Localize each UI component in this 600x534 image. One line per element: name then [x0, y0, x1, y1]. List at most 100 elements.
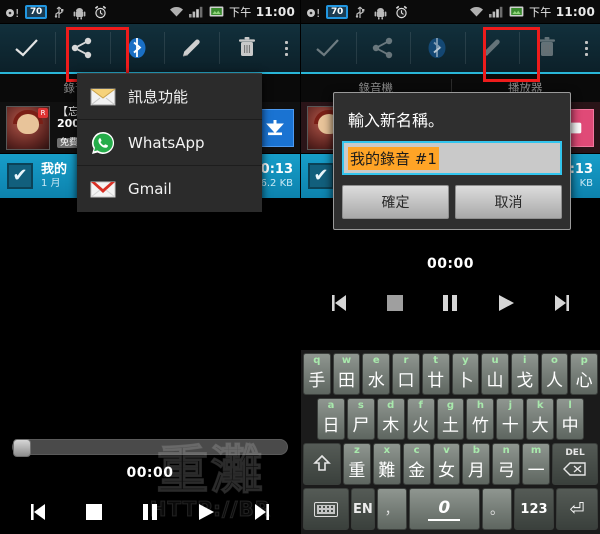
row-checkbox[interactable]: ✔ — [308, 163, 334, 189]
key-k[interactable]: k大 — [526, 398, 555, 440]
gmail-icon — [90, 176, 116, 202]
player-buttons — [301, 282, 600, 324]
status-bar-clock: 下午 11:00 — [229, 4, 295, 20]
stop-icon[interactable] — [74, 495, 114, 529]
share-menu-item-gmail[interactable]: Gmail — [77, 166, 262, 212]
key-l[interactable]: l中 — [556, 398, 585, 440]
key-cangjie: 重 — [348, 461, 366, 481]
key-p[interactable]: p心 — [570, 353, 599, 395]
seek-bar[interactable] — [12, 439, 288, 457]
key-h[interactable]: h竹 — [466, 398, 495, 440]
overflow-dots-icon — [585, 40, 589, 56]
rename-button[interactable] — [464, 23, 520, 73]
key-b[interactable]: b月 — [462, 443, 491, 485]
key-latin: w — [341, 355, 352, 366]
battery-icon: 70 — [25, 4, 47, 19]
wifi-icon — [469, 5, 483, 19]
play-icon[interactable] — [486, 286, 526, 320]
screenshot-icon — [509, 5, 524, 19]
seek-thumb[interactable] — [13, 439, 31, 457]
bluetooth-button[interactable] — [109, 23, 165, 73]
key-n[interactable]: n弓 — [492, 443, 521, 485]
share-menu: 訊息功能 WhatsApp Gmail — [77, 73, 262, 212]
screenshot-root: ! 70 下午 11:00 錄音 R 200金 免費 ✔ 我的 1 月 00:1… — [0, 0, 600, 534]
key-u[interactable]: u山 — [481, 353, 509, 395]
rename-button[interactable] — [164, 23, 219, 73]
dialog-buttons: 確定 取消 — [334, 175, 570, 229]
prev-icon[interactable] — [18, 495, 58, 529]
key-latin: f — [418, 400, 423, 411]
right-screen: ! 70 下午 11:00 錄音機 播放器 ✔ 00:13 KB 00:00 輸… — [300, 0, 600, 534]
keyboard-switch-key[interactable] — [303, 488, 349, 530]
bluetooth-button[interactable] — [410, 23, 465, 73]
key-cangjie: 口 — [397, 371, 415, 391]
key-latin: d — [387, 400, 395, 411]
numeric-key-label: 123 — [520, 501, 548, 517]
share-button[interactable] — [355, 23, 411, 73]
status-bar-right-icons: 下午 11:00 — [169, 4, 295, 20]
key-z[interactable]: z重 — [343, 443, 371, 485]
key-x[interactable]: x難 — [372, 443, 401, 485]
next-icon[interactable] — [242, 495, 282, 529]
wifi-icon — [169, 5, 183, 19]
comma-key[interactable]: ， — [376, 488, 407, 530]
key-o[interactable]: o人 — [540, 353, 569, 395]
key-v[interactable]: v女 — [432, 443, 461, 485]
stop-icon[interactable] — [375, 286, 415, 320]
key-latin: e — [372, 355, 380, 366]
share-menu-item-whatsapp[interactable]: WhatsApp — [77, 120, 262, 166]
key-y[interactable]: y卜 — [451, 353, 480, 395]
language-key[interactable]: EN — [351, 488, 375, 530]
confirm-button[interactable] — [0, 23, 55, 73]
numeric-key[interactable]: 123 — [514, 488, 554, 530]
shift-key[interactable] — [303, 443, 341, 485]
key-f[interactable]: f火 — [406, 398, 435, 440]
space-key-label: 0 — [428, 498, 461, 521]
key-e[interactable]: e水 — [362, 353, 391, 395]
key-j[interactable]: j十 — [496, 398, 525, 440]
key-s[interactable]: s尸 — [346, 398, 375, 440]
key-t[interactable]: t廿 — [421, 353, 450, 395]
play-icon[interactable] — [186, 495, 226, 529]
key-a[interactable]: a日 — [317, 398, 345, 440]
share-button[interactable] — [54, 23, 110, 73]
delete-button[interactable] — [519, 23, 574, 73]
period-key[interactable]: 。 — [482, 488, 512, 530]
space-key[interactable]: 0 — [408, 488, 480, 530]
keyboard-icon — [314, 501, 338, 517]
pause-icon[interactable] — [430, 286, 470, 320]
key-cangjie: 土 — [442, 416, 459, 436]
pause-icon[interactable] — [130, 495, 170, 529]
keyboard-row-2: a日 s尸 d木 f火 g土 h竹 j十 k大 l中 — [303, 398, 598, 440]
ad-thumbnail: R — [6, 105, 50, 150]
delete-key[interactable]: DEL — [552, 443, 599, 485]
key-latin: g — [446, 400, 455, 411]
dialog-ok-button[interactable]: 確定 — [342, 185, 449, 219]
prev-icon[interactable] — [319, 286, 359, 320]
key-latin: v — [443, 445, 450, 456]
confirm-button[interactable] — [301, 23, 356, 73]
row-checkbox[interactable]: ✔ — [7, 163, 33, 189]
period-key-label: 。 — [490, 502, 504, 518]
share-menu-item-messaging[interactable]: 訊息功能 — [77, 74, 262, 120]
key-c[interactable]: c金 — [402, 443, 431, 485]
key-i[interactable]: i戈 — [510, 353, 539, 395]
delete-key-label: DEL — [565, 448, 585, 458]
dialog-cancel-button[interactable]: 取消 — [455, 185, 562, 219]
next-icon[interactable] — [542, 286, 582, 320]
delete-button[interactable] — [219, 23, 274, 73]
key-w[interactable]: w田 — [332, 353, 361, 395]
key-r[interactable]: r口 — [392, 353, 420, 395]
rename-input[interactable]: 我的錄音 #1 — [342, 141, 562, 175]
dialog-title: 輸入新名稱。 — [348, 111, 445, 130]
status-bar-right-icons: 下午 11:00 — [469, 4, 595, 20]
key-m[interactable]: m一 — [522, 443, 551, 485]
rename-input-value: 我的錄音 #1 — [348, 146, 439, 170]
key-d[interactable]: d木 — [376, 398, 405, 440]
overflow-menu-button[interactable] — [574, 23, 600, 73]
overflow-menu-button[interactable] — [274, 23, 300, 73]
key-latin: q — [313, 355, 321, 366]
enter-key[interactable]: ⏎ — [556, 488, 598, 530]
key-q[interactable]: q手 — [302, 353, 331, 395]
key-g[interactable]: g土 — [436, 398, 465, 440]
